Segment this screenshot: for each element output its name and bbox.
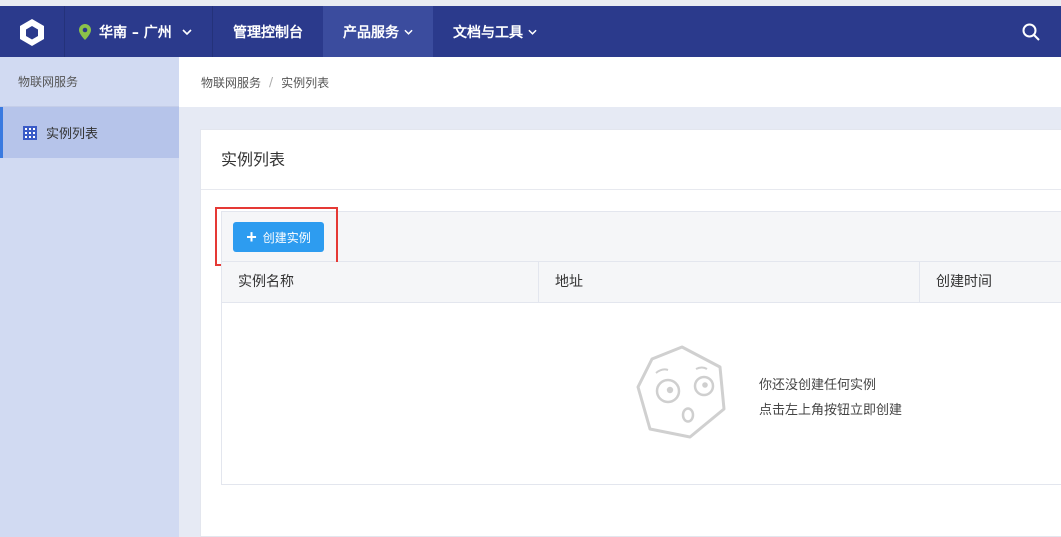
chevron-down-icon — [404, 29, 413, 35]
search-icon[interactable] — [1021, 22, 1041, 42]
nav-console-label: 管理控制台 — [233, 24, 303, 41]
chevron-down-icon — [182, 28, 192, 35]
logo-icon[interactable] — [0, 6, 64, 57]
empty-state-face-icon — [632, 343, 732, 447]
table-body-empty: 你还没创建任何实例 点击左上角按钮立即创建 — [221, 303, 1061, 485]
instance-list-card: 实例列表 + 创建实例 实例名称 地址 创建时间 你还没创建任何实例 点击左上角… — [200, 129, 1061, 537]
nav-products-label: 产品服务 — [343, 24, 399, 41]
location-pin-icon — [79, 23, 91, 40]
grid-icon — [23, 125, 37, 140]
sidebar: 物联网服务 实例列表 — [0, 57, 179, 537]
breadcrumb: 物联网服务 / 实例列表 — [179, 57, 1061, 107]
column-header-address: 地址 — [539, 262, 920, 302]
breadcrumb-separator: / — [269, 75, 274, 89]
empty-state-message: 你还没创建任何实例 点击左上角按钮立即创建 — [759, 373, 902, 423]
sidebar-item-instance-list[interactable]: 实例列表 — [0, 107, 179, 158]
region-label: 华南 – 广州 — [99, 24, 172, 41]
highlight-box — [215, 207, 338, 266]
top-navigation-bar: 华南 – 广州 管理控制台 产品服务 文档与工具 — [0, 0, 1061, 57]
table-toolbar: + 创建实例 — [221, 211, 1061, 262]
breadcrumb-root[interactable]: 物联网服务 — [201, 74, 261, 91]
nav-console[interactable]: 管理控制台 — [213, 6, 323, 57]
empty-state-line1: 你还没创建任何实例 — [759, 378, 877, 393]
breadcrumb-current: 实例列表 — [281, 75, 330, 90]
nav-products[interactable]: 产品服务 — [323, 6, 433, 57]
nav-docs-label: 文档与工具 — [453, 24, 523, 41]
column-header-name: 实例名称 — [222, 262, 539, 302]
sidebar-item-label: 实例列表 — [46, 127, 99, 142]
sidebar-title: 物联网服务 — [0, 57, 179, 107]
table-header: 实例名称 地址 创建时间 — [221, 262, 1061, 303]
page-title: 实例列表 — [201, 130, 1061, 190]
chevron-down-icon — [528, 29, 537, 35]
column-header-created-time: 创建时间 — [936, 274, 992, 290]
empty-state-line2: 点击左上角按钮立即创建 — [759, 403, 903, 418]
region-selector[interactable]: 华南 – 广州 — [64, 6, 213, 57]
nav-docs-tools[interactable]: 文档与工具 — [433, 6, 557, 57]
